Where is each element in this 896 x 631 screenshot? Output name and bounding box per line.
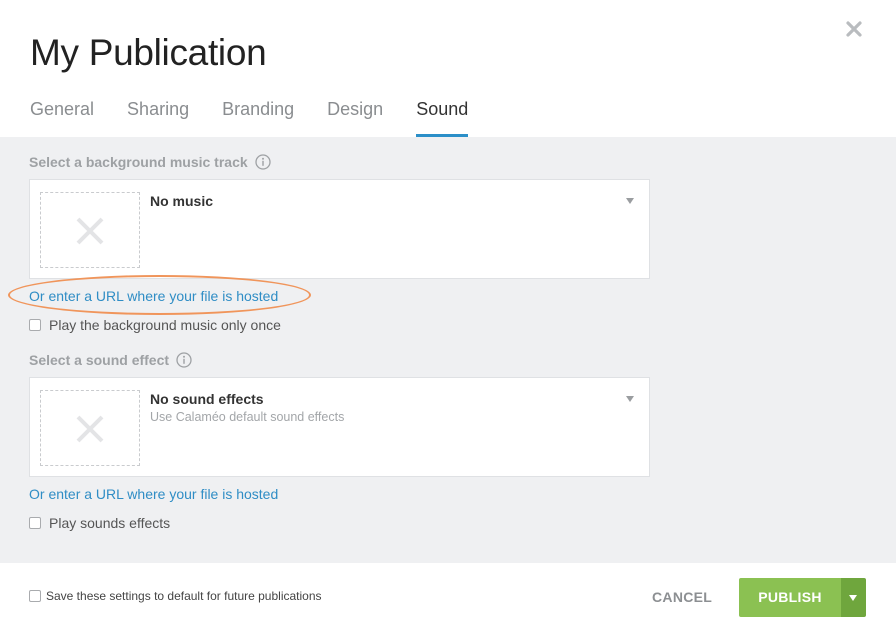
music-url-link[interactable]: Or enter a URL where your file is hosted bbox=[29, 288, 278, 304]
sound-effect-section-label: Select a sound effect bbox=[29, 352, 192, 368]
tab-sound[interactable]: Sound bbox=[416, 98, 469, 137]
tab-sharing[interactable]: Sharing bbox=[127, 98, 189, 137]
save-default-checkbox[interactable] bbox=[29, 590, 41, 602]
sound-effect-thumbnail bbox=[40, 390, 140, 466]
tab-branding[interactable]: Branding bbox=[222, 98, 294, 137]
info-icon[interactable] bbox=[176, 352, 192, 368]
play-sound-effects-label: Play sounds effects bbox=[49, 515, 171, 531]
sound-effect-selected-subtitle: Use Calaméo default sound effects bbox=[150, 410, 345, 424]
play-sound-effects-row: Play sounds effects bbox=[29, 515, 170, 531]
settings-panel: Select a background music track No music… bbox=[0, 137, 896, 563]
sound-effect-section-label-text: Select a sound effect bbox=[29, 352, 170, 368]
sound-effect-select[interactable]: No sound effects Use Calaméo default sou… bbox=[29, 377, 650, 477]
empty-x-icon bbox=[76, 415, 104, 443]
music-section-label-text: Select a background music track bbox=[29, 154, 248, 170]
empty-x-icon bbox=[76, 217, 104, 245]
play-once-label: Play the background music only once bbox=[49, 317, 281, 333]
dialog-footer: Save these settings to default for futur… bbox=[0, 563, 896, 631]
sound-effect-selected-title: No sound effects bbox=[150, 391, 264, 407]
play-once-row: Play the background music only once bbox=[29, 317, 281, 333]
dialog-header: My Publication General Sharing Branding … bbox=[0, 0, 896, 137]
publish-dropdown-button[interactable] bbox=[841, 578, 866, 617]
info-icon[interactable] bbox=[254, 154, 271, 170]
cancel-button[interactable]: CANCEL bbox=[652, 589, 712, 605]
tab-general[interactable]: General bbox=[30, 98, 94, 137]
save-default-row: Save these settings to default for futur… bbox=[29, 589, 322, 603]
music-selected-title: No music bbox=[150, 193, 214, 209]
page-title: My Publication bbox=[30, 32, 267, 73]
chevron-down-icon bbox=[626, 198, 634, 204]
play-sound-effects-checkbox[interactable] bbox=[29, 517, 41, 529]
close-icon[interactable] bbox=[843, 18, 865, 40]
music-section-label: Select a background music track bbox=[29, 154, 271, 170]
play-once-checkbox[interactable] bbox=[29, 319, 41, 331]
save-default-label: Save these settings to default for futur… bbox=[46, 589, 322, 603]
tab-bar: General Sharing Branding Design Sound bbox=[30, 98, 501, 137]
chevron-down-icon bbox=[626, 396, 634, 402]
chevron-down-icon bbox=[849, 595, 857, 601]
music-thumbnail bbox=[40, 192, 140, 268]
publish-button[interactable]: PUBLISH bbox=[739, 578, 841, 617]
tab-design[interactable]: Design bbox=[327, 98, 383, 137]
music-track-select[interactable]: No music bbox=[29, 179, 650, 279]
sound-effect-url-link[interactable]: Or enter a URL where your file is hosted bbox=[29, 486, 278, 502]
